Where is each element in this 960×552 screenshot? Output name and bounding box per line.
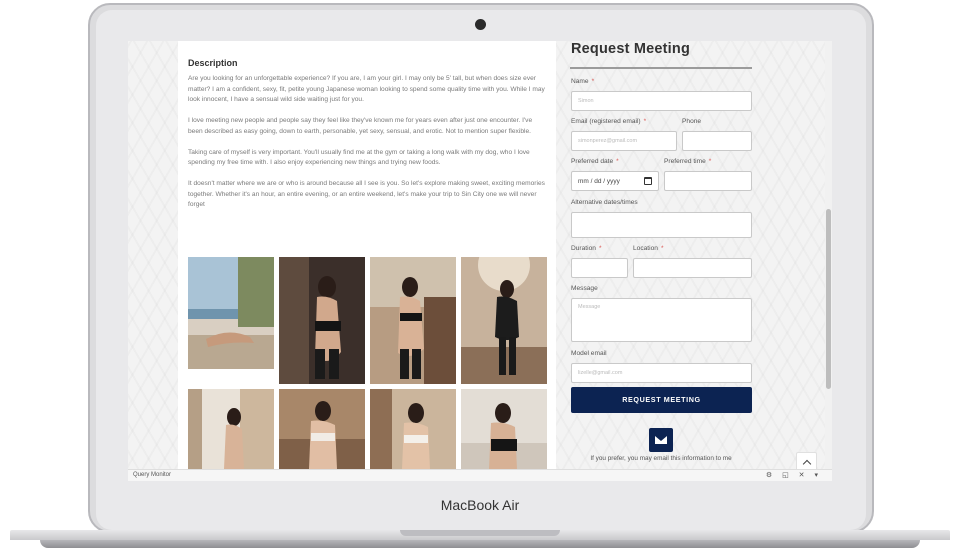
query-monitor-controls[interactable]: ⚙ ◱ ✕ ▾: [766, 471, 822, 479]
model-email-label: Model email: [571, 350, 607, 357]
base-notch: [400, 530, 560, 536]
gallery-photo[interactable]: [279, 257, 365, 384]
alternative-dates-label: Alternative dates/times: [571, 199, 638, 206]
message-textarea[interactable]: Message: [571, 298, 752, 342]
gallery-photo[interactable]: [188, 389, 274, 469]
profile-content: Description Are you looking for an unfor…: [178, 41, 556, 469]
query-monitor-label[interactable]: Query Monitor: [133, 472, 171, 478]
message-label: Message: [571, 285, 598, 292]
email-note: If you prefer, you may email this inform…: [590, 455, 732, 462]
camera-icon: [475, 19, 486, 30]
gallery-photo[interactable]: [370, 257, 456, 384]
description-paragraph: I love meeting new people and people say…: [188, 117, 533, 135]
scrollbar-thumb[interactable]: [826, 209, 831, 389]
query-monitor-bar: Query Monitor ⚙ ◱ ✕ ▾: [128, 469, 832, 481]
location-label: Location *: [633, 245, 664, 252]
time-label: Preferred time *: [664, 158, 712, 165]
gallery-photo[interactable]: [461, 257, 547, 384]
date-label: Preferred date *: [571, 158, 619, 165]
description-paragraph: Are you looking for an unforgettable exp…: [188, 75, 545, 103]
request-meeting-form: Request Meeting Name * Simon Email (regis…: [570, 41, 752, 469]
duration-input[interactable]: [571, 258, 628, 278]
preferred-time-input[interactable]: [664, 171, 752, 191]
email-button[interactable]: [649, 428, 673, 452]
email-input[interactable]: simonperez@gmail.com: [571, 131, 677, 151]
gallery-photo[interactable]: [279, 389, 365, 469]
preferred-date-input[interactable]: mm / dd / yyyy: [571, 171, 659, 191]
duration-label: Duration *: [571, 245, 602, 252]
gallery-photo[interactable]: [188, 257, 274, 369]
description-paragraph: Taking care of myself is very important.…: [188, 148, 530, 167]
form-title: Request Meeting: [571, 41, 691, 57]
laptop-brand-label: MacBook Air: [440, 497, 520, 513]
name-input[interactable]: Simon: [571, 91, 752, 111]
gallery-photo[interactable]: [461, 389, 547, 469]
description-paragraph: It doesn't matter where we are or who is…: [188, 180, 545, 208]
title-divider: [570, 67, 752, 69]
email-label: Email (registered email) *: [571, 118, 647, 125]
alternative-dates-input[interactable]: [571, 212, 752, 238]
laptop-base: [0, 530, 960, 552]
phone-input[interactable]: [682, 131, 752, 151]
description-body: Are you looking for an unforgettable exp…: [188, 74, 548, 221]
envelope-icon: [655, 436, 667, 444]
gallery-photo[interactable]: [370, 389, 456, 469]
name-label: Name *: [571, 78, 595, 85]
location-input[interactable]: [633, 258, 752, 278]
model-email-input[interactable]: lizelle@gmail.com: [571, 363, 752, 383]
request-meeting-button[interactable]: REQUEST MEETING: [571, 387, 752, 413]
calendar-icon[interactable]: [644, 177, 652, 185]
date-input-value: mm / dd / yyyy: [578, 178, 620, 185]
phone-label: Phone: [682, 118, 702, 125]
chevron-up-icon: [802, 459, 812, 469]
browser-screen: Description Are you looking for an unfor…: [128, 41, 832, 481]
description-title: Description: [188, 58, 238, 68]
base-bottom: [40, 540, 920, 548]
